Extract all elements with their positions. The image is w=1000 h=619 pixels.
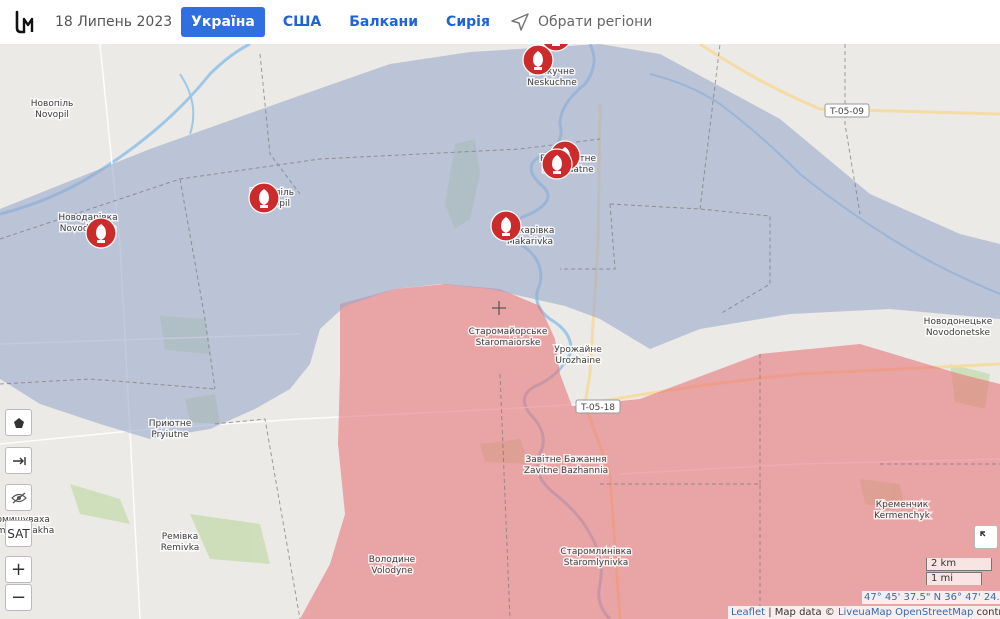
svg-text:Staromlynivka: Staromlynivka: [564, 558, 628, 568]
place-label: ПриютнеПриютнеPryiutnePryiutne: [147, 418, 193, 442]
leaflet-link[interactable]: Leaflet: [731, 607, 765, 618]
svg-text:Завітне Бажання: Завітне Бажання: [525, 455, 606, 465]
road-label-t0518: T-05-18: [580, 403, 615, 413]
select-regions-label: Обрати регіони: [537, 14, 653, 30]
svg-text:Neskuchne: Neskuchne: [527, 78, 577, 88]
svg-text:Новодонецьке: Новодонецьке: [924, 317, 993, 327]
arrow-right-bar-icon: [12, 456, 26, 465]
pentagon-icon: [13, 417, 24, 428]
svg-text:Новопіль: Новопіль: [31, 99, 74, 109]
zoom-in-button[interactable]: +: [5, 556, 32, 583]
top-bar: 18 Липень 2023 Україна США Балкани Сирія…: [0, 0, 1000, 44]
expand-button[interactable]: [974, 525, 998, 549]
scale-metric: 2 km: [926, 558, 992, 571]
liveuamap-logo[interactable]: [14, 9, 38, 35]
svg-text:Володине: Володине: [369, 555, 416, 565]
osm-link[interactable]: OpenStreetMap: [895, 607, 973, 618]
scale-bar: 2 km 1 mi: [926, 558, 992, 585]
liveuamap-link[interactable]: LiveuaMap: [838, 607, 892, 618]
attribution-end: contributors: [976, 607, 1000, 618]
map-canvas[interactable]: T-05-09 T-05-18 НовопільНовопільNovopilN…: [0, 44, 1000, 619]
svg-text:Старомлинівка: Старомлинівка: [560, 547, 631, 557]
place-label: КременчикКременчикKermenchykKermenchyk: [873, 499, 933, 523]
svg-text:Pryiutne: Pryiutne: [151, 430, 189, 440]
hide-layer-button[interactable]: [5, 484, 32, 511]
select-regions-button[interactable]: Обрати регіони: [510, 12, 652, 32]
svg-text:Staromaiorske: Staromaiorske: [476, 338, 541, 348]
place-label: НоводонецькеНоводонецькеNovodonetskeNovo…: [922, 316, 994, 340]
svg-text:Kermenchyk: Kermenchyk: [874, 511, 931, 521]
place-label: УрожайнеУрожайнеUrozhaineUrozhaine: [553, 344, 604, 368]
road-shield: T-05-09: [824, 103, 870, 118]
road-shield: T-05-18: [575, 399, 621, 414]
tab-ukraine[interactable]: Україна: [181, 7, 265, 37]
tab-balkans[interactable]: Балкани: [339, 7, 428, 37]
draw-polygon-button[interactable]: [5, 409, 32, 436]
svg-text:Приютне: Приютне: [149, 419, 192, 429]
place-label: РемівкаРемівкаRemivkaRemivka: [159, 531, 201, 555]
scale-imperial: 1 mi: [926, 572, 982, 585]
tab-usa[interactable]: США: [273, 7, 331, 37]
place-label: ВолодинеВолодинеVolodyneVolodyne: [367, 554, 417, 578]
svg-text:Remivka: Remivka: [161, 543, 200, 553]
svg-text:Novodonetske: Novodonetske: [926, 328, 991, 338]
svg-text:Кременчик: Кременчик: [876, 500, 929, 510]
place-label: Завітне БажанняЗавітне БажанняZavitne Ba…: [522, 454, 609, 478]
satellite-toggle-button[interactable]: SAT: [5, 520, 32, 547]
bomb-marker-icon[interactable]: [85, 217, 117, 249]
place-label: СтаромайорськеСтаромайорськеStaromaiorsk…: [467, 326, 549, 350]
coordinates-readout: 47° 45' 37.5" N 36° 47' 24.7" E: [862, 591, 1000, 604]
date-label: 18 Липень 2023: [55, 14, 173, 30]
bomb-marker-icon[interactable]: [490, 210, 522, 242]
bomb-marker-icon[interactable]: [248, 182, 280, 214]
location-arrow-icon: [511, 13, 529, 31]
expand-icon: [980, 531, 986, 537]
svg-text:Volodyne: Volodyne: [371, 566, 413, 576]
svg-text:Ремівка: Ремівка: [162, 532, 199, 542]
attribution-text: | Map data ©: [765, 607, 838, 618]
svg-text:Zavitne Bazhannia: Zavitne Bazhannia: [524, 466, 608, 476]
eye-slash-icon: [10, 492, 27, 503]
road-label-t0509: T-05-09: [829, 107, 864, 117]
place-label: НовопільНовопільNovopilNovopil: [29, 98, 75, 122]
measure-button[interactable]: [5, 447, 32, 474]
bomb-marker-icon[interactable]: [541, 148, 573, 180]
tab-syria[interactable]: Сирія: [436, 7, 500, 37]
zoom-out-button[interactable]: −: [5, 584, 32, 611]
map-view[interactable]: T-05-09 T-05-18 Новопіль Новопіль Novopil N…: [0, 44, 1000, 619]
svg-text:Урожайне: Урожайне: [554, 345, 602, 355]
svg-text:Novopil: Novopil: [35, 110, 69, 120]
svg-text:Старомайорське: Старомайорське: [469, 327, 548, 337]
place-label: СтаромлинівкаСтаромлинівкаStaromlynivkaS…: [559, 546, 633, 570]
bomb-marker-icon[interactable]: [522, 44, 554, 76]
svg-text:Urozhaine: Urozhaine: [555, 356, 601, 366]
attribution: Leaflet | Map data © LiveuaMap OpenStree…: [728, 606, 1000, 619]
